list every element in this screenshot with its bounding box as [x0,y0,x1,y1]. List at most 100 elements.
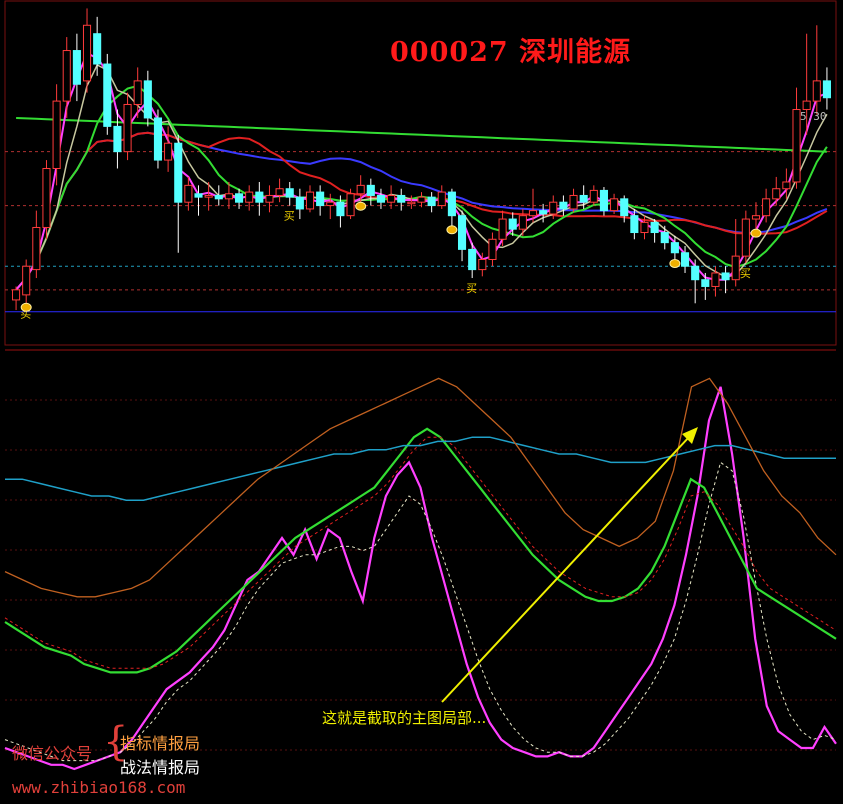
candle-body [143,80,152,119]
gold-signal-dot [355,201,367,211]
candle-body [660,232,669,244]
candle-body [792,109,801,183]
candle-body [194,193,203,198]
candle-body [457,215,467,250]
candle-body [822,80,831,99]
candle-body [701,279,710,287]
gold-signal-dot [446,225,458,235]
candle-body [285,188,294,198]
candle-body [204,194,213,198]
candle-body [812,80,821,102]
candle-body [579,194,588,203]
candle-body [356,184,365,195]
candle-body [437,191,446,207]
candle-body [82,24,92,82]
candle-body [52,100,61,169]
candle-body [184,184,193,203]
candle-body [539,210,548,215]
candle-body [376,194,386,203]
candle-body [123,103,132,153]
candle-body [113,125,122,153]
price-label: 5.30 [800,110,827,123]
candle-body [32,226,41,271]
candle-body [316,191,325,207]
candle-body [22,265,31,296]
candle-body [93,33,102,65]
candle-body [265,194,274,203]
buy-marker: 买 [284,210,295,223]
candle-body [569,194,578,210]
candle-body [164,142,173,161]
chart-stage: 买买买买 000027 深圳能源 5.30 这就是截取的主图局部... 微信公众… [0,0,843,804]
candle-body [62,50,71,102]
buy-marker: 买 [466,282,477,295]
candle-body [478,258,487,271]
candle-body [295,196,304,210]
candle-body [103,63,112,127]
watermark-line-indicator: 指标情报局 [120,734,201,753]
candle-body [508,218,517,230]
candle-body [336,201,345,217]
candle-body [772,188,781,200]
chart-title: 000027 深圳能源 [390,37,632,68]
gold-signal-dot [20,302,32,312]
candle-body [407,201,416,205]
candle-body [366,184,375,196]
watermark-line-tactics: 战法情报局 [120,758,201,777]
annotation-text: 这就是截取的主图局部... [322,709,487,727]
candle-body [387,194,396,203]
candle-body [397,194,406,203]
watermark-wechat-label: 微信公众号 [12,744,93,763]
candle-body [610,198,619,212]
candle-body [711,272,720,287]
oscillator-green-line [4,427,837,674]
candle-body [235,193,244,203]
candle-body [214,194,223,200]
candle-body [153,117,163,161]
candle-body [447,191,456,217]
candle-body [326,201,335,207]
candle-body [417,196,426,203]
candle-body [762,198,771,217]
candle-body [589,189,598,203]
candle-body [559,201,568,210]
candle-body [670,242,679,254]
candle-body [528,210,538,217]
candle-body [174,142,183,203]
candle-body [275,188,284,196]
candle-body [427,196,436,207]
candle-body [731,255,740,281]
candle-body [468,248,477,271]
candle-body [498,218,507,240]
candle-body [650,221,659,234]
candle-body [72,50,81,85]
candle-body [255,191,264,203]
candle-body [346,193,355,217]
candle-body [640,221,649,234]
gold-signal-dot [750,228,762,238]
candle-body [42,168,51,228]
chart-canvas: 买买买买 [4,0,837,771]
candle-body [620,198,629,217]
candle-body [599,189,608,212]
oscillator-red-dashed-line [4,436,837,669]
candle-body [691,265,700,281]
candle-body [224,193,233,200]
buy-marker: 买 [740,267,751,280]
candle-body [741,218,750,257]
candle-body [12,289,21,301]
watermark-url: www.zhibiao168.com [12,778,186,797]
candle-body [488,238,497,260]
candle-body [630,215,639,234]
candle-body [680,252,690,267]
candle-body [782,181,791,190]
candle-body [518,215,527,230]
candle-body [245,191,254,203]
candle-body [751,215,761,220]
gold-signal-dot [669,258,681,268]
candle-body [721,272,730,281]
candle-body [802,100,811,111]
candle-body [549,201,558,215]
candle-body [305,191,315,210]
candle-body [133,80,142,105]
